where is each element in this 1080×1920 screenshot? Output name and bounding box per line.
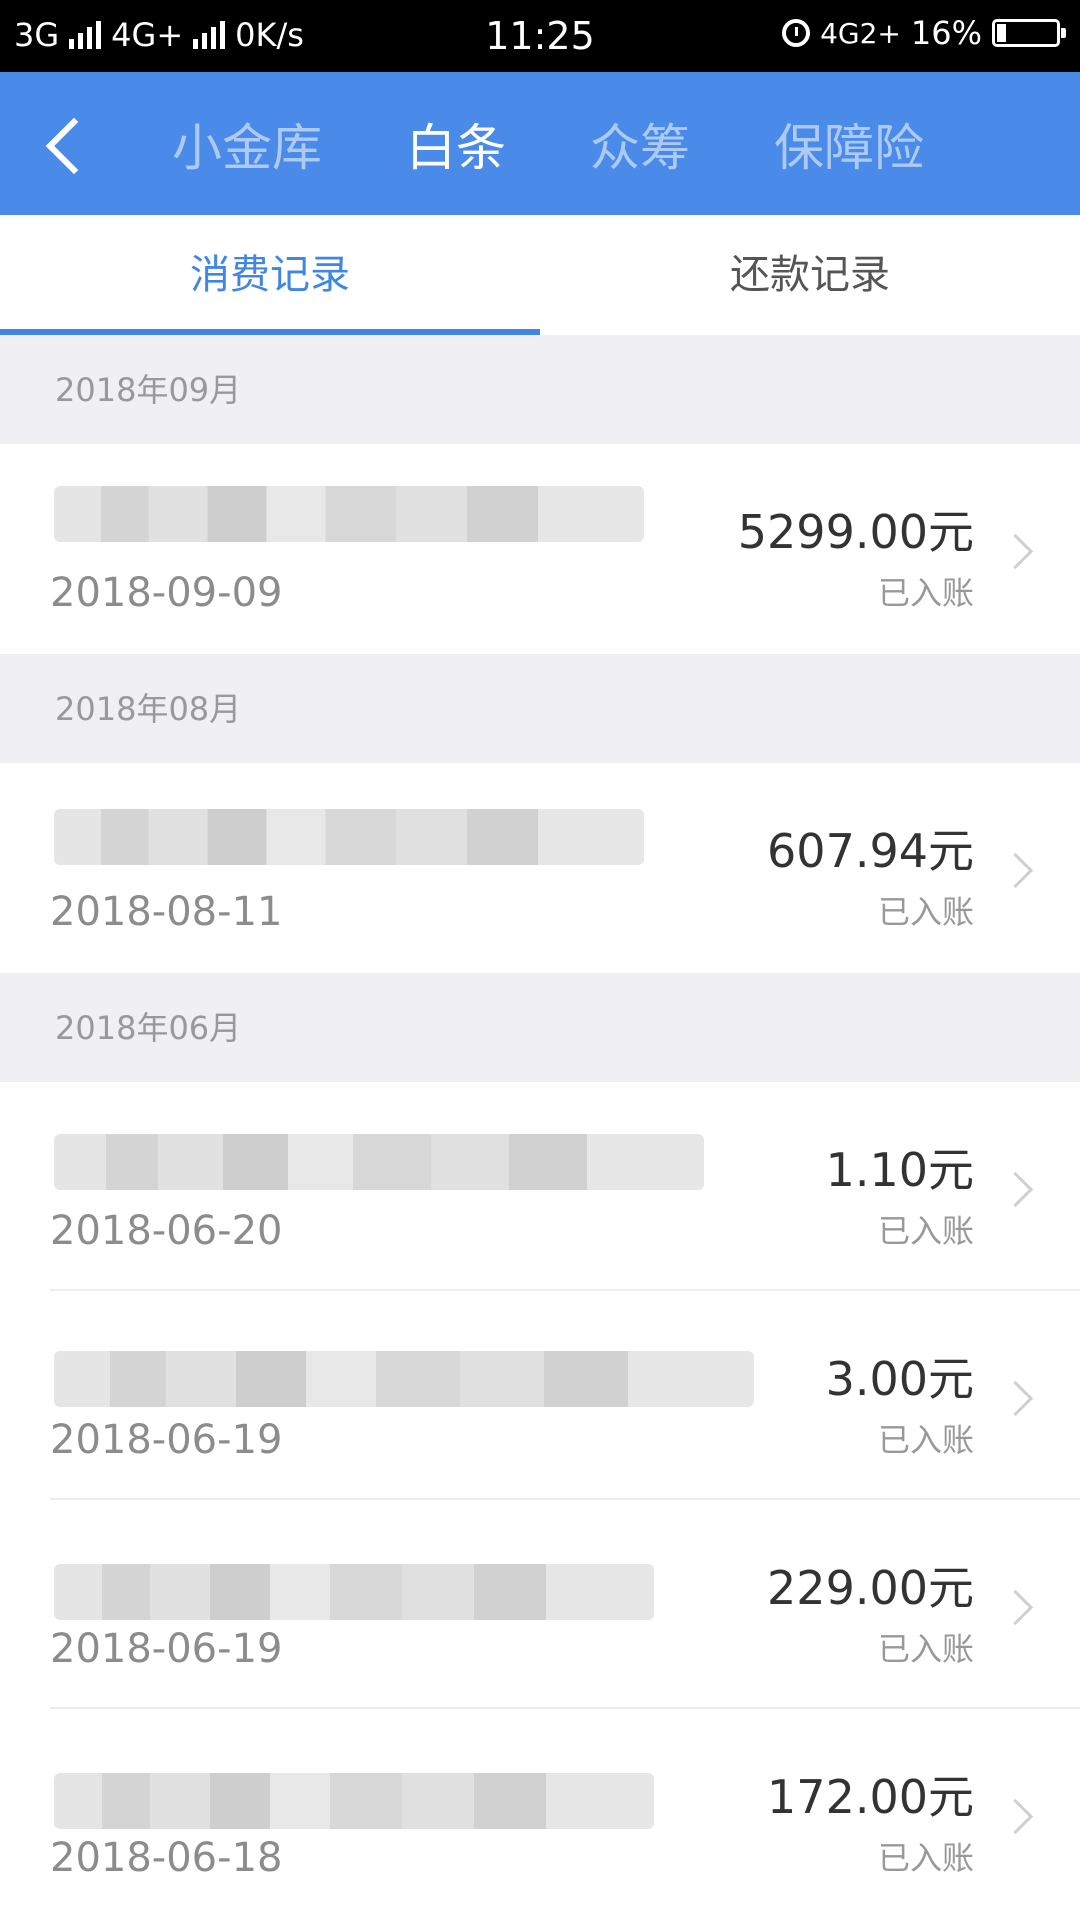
battery-icon <box>992 19 1066 47</box>
tab-consumption-records[interactable]: 消费记录 <box>0 215 540 335</box>
item-status: 已入账 <box>877 574 974 612</box>
item-status: 已入账 <box>877 1630 974 1668</box>
list-item[interactable]: 2018-06-20 1.10元 已入账 <box>0 1082 1080 1291</box>
month-header: 2018年06月 <box>0 973 1080 1082</box>
month-header: 2018年09月 <box>0 335 1080 444</box>
redacted-merchant <box>54 1773 654 1829</box>
battery-percent: 16% <box>910 14 982 52</box>
item-status: 已入账 <box>877 893 974 931</box>
redacted-merchant <box>54 809 644 865</box>
chevron-right-icon <box>997 852 1034 889</box>
item-amount: 607.94元 <box>767 824 974 878</box>
list-item[interactable]: 2018-06-19 3.00元 已入账 <box>0 1291 1080 1500</box>
item-status: 已入账 <box>877 1421 974 1459</box>
network-type-3: 4G2+ <box>820 16 901 50</box>
nav-tab-zhongchou[interactable]: 众筹 <box>590 108 690 180</box>
top-nav: 小金库 白条 众筹 保障险 <box>0 72 1080 215</box>
redacted-merchant <box>54 1564 654 1620</box>
month-label: 2018年06月 <box>55 1009 242 1047</box>
tab-repayment-records[interactable]: 还款记录 <box>540 215 1080 335</box>
item-amount: 172.00元 <box>767 1770 974 1824</box>
list-item[interactable]: 2018-06-18 172.00元 已入账 <box>0 1709 1080 1920</box>
month-label: 2018年08月 <box>55 690 242 728</box>
record-tabs: 消费记录 还款记录 <box>0 215 1080 335</box>
item-date: 2018-06-18 <box>50 1835 283 1881</box>
battery-fill <box>997 24 1006 42</box>
status-right: 4G2+ 16% <box>782 14 1066 52</box>
redacted-merchant <box>54 1134 704 1190</box>
item-date: 2018-06-20 <box>50 1208 283 1254</box>
month-label: 2018年09月 <box>55 371 242 409</box>
nav-tab-xiaojinku[interactable]: 小金库 <box>172 108 322 180</box>
item-date: 2018-08-11 <box>50 889 283 935</box>
status-bar: 3G 4G+ 0K/s 11:25 4G2+ 16% <box>0 0 1080 72</box>
item-status: 已入账 <box>877 1212 974 1250</box>
month-header: 2018年08月 <box>0 654 1080 763</box>
item-amount: 3.00元 <box>825 1352 974 1406</box>
item-amount: 1.10元 <box>825 1143 974 1197</box>
chevron-right-icon <box>997 1798 1034 1835</box>
chevron-right-icon <box>997 1380 1034 1417</box>
chevron-right-icon <box>997 1171 1034 1208</box>
chevron-right-icon <box>997 533 1034 570</box>
item-date: 2018-09-09 <box>50 570 283 616</box>
list-item[interactable]: 2018-06-19 229.00元 已入账 <box>0 1500 1080 1709</box>
alarm-icon <box>782 19 811 47</box>
chevron-right-icon <box>997 1589 1034 1626</box>
item-amount: 229.00元 <box>767 1561 974 1615</box>
item-date: 2018-06-19 <box>50 1626 283 1672</box>
redacted-merchant <box>54 486 644 542</box>
nav-tabs: 小金库 白条 众筹 保障险 <box>172 72 924 215</box>
list-item[interactable]: 2018-09-09 5299.00元 已入账 <box>0 444 1080 654</box>
item-status: 已入账 <box>877 1839 974 1877</box>
item-date: 2018-06-19 <box>50 1417 283 1463</box>
nav-tab-baozhangxian[interactable]: 保障险 <box>774 108 924 180</box>
item-amount: 5299.00元 <box>737 505 974 559</box>
nav-tab-baitiao[interactable]: 白条 <box>406 108 506 180</box>
back-chevron-icon[interactable] <box>30 106 100 182</box>
redacted-merchant <box>54 1351 754 1407</box>
list-item[interactable]: 2018-08-11 607.94元 已入账 <box>0 763 1080 973</box>
